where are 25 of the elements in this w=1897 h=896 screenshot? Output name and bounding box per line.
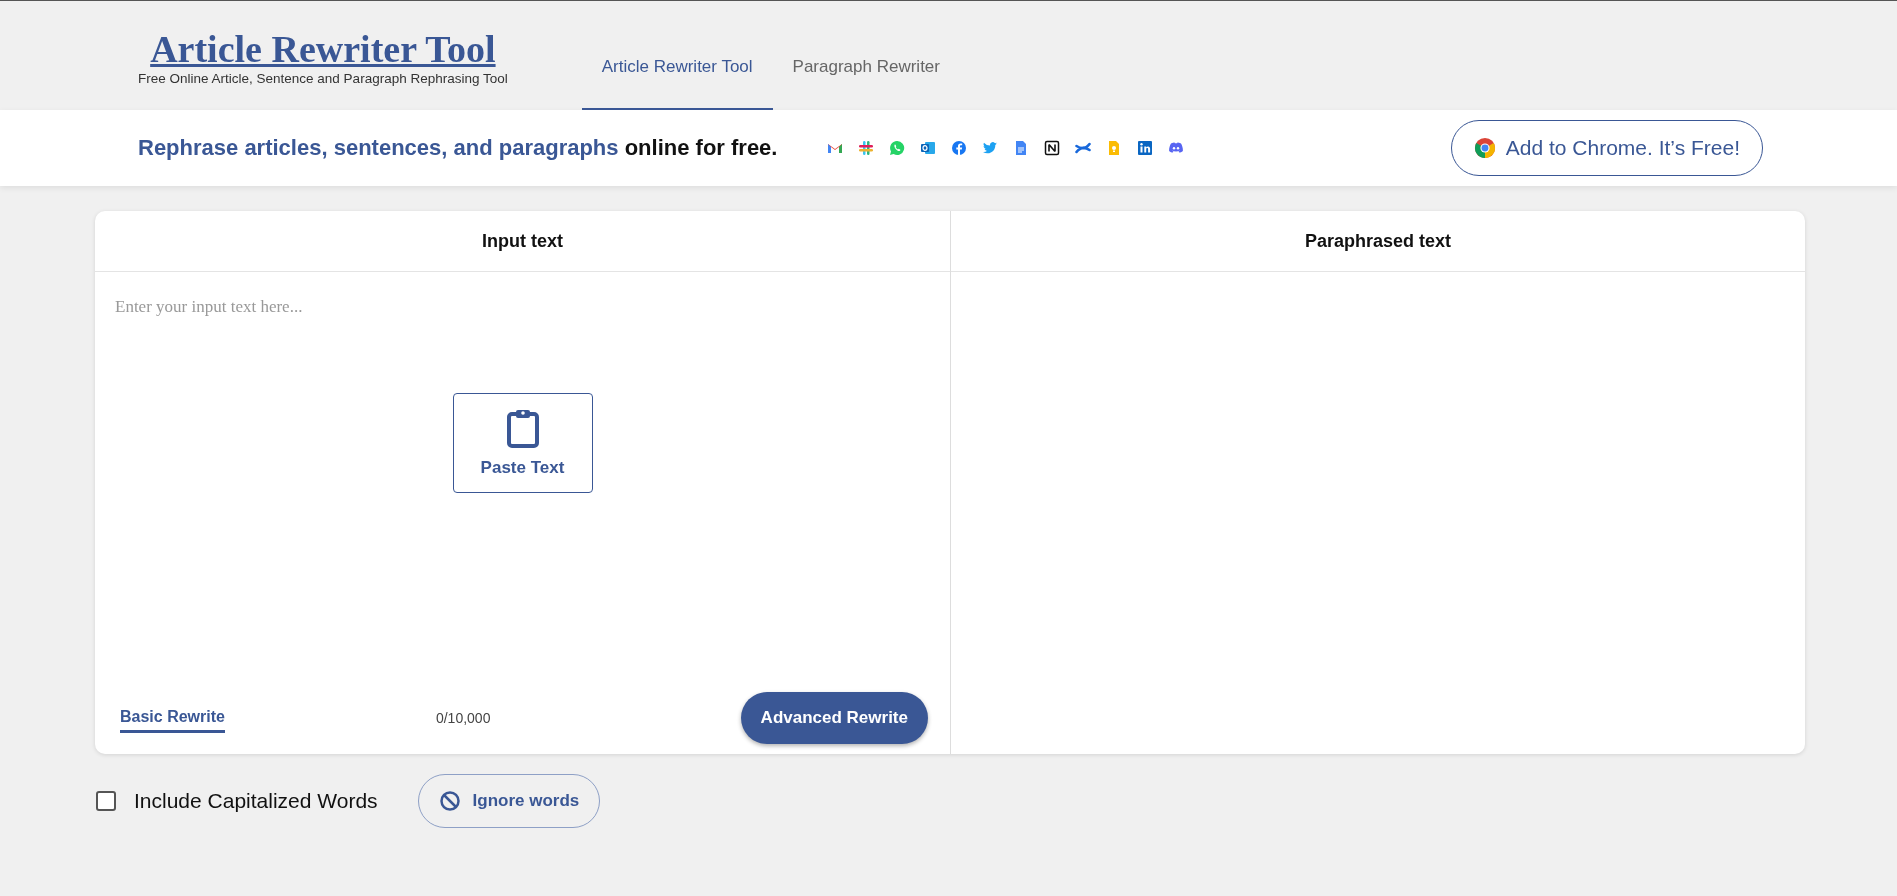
headline: Rephrase articles, sentences, and paragraphs online for free. — [138, 135, 778, 161]
game-controller-icon[interactable] — [1168, 140, 1185, 156]
prohibited-icon — [438, 790, 461, 812]
chrome-icon — [1473, 137, 1496, 159]
site-logo[interactable]: Article Rewriter Tool — [150, 28, 496, 70]
input-field[interactable]: Enter your input text here... — [115, 297, 615, 317]
hash-icon[interactable] — [858, 140, 875, 156]
nav-tab[interactable]: Paragraph Rewriter — [772, 25, 960, 110]
checkbox[interactable] — [96, 791, 116, 811]
character-counter: 0/10,000 — [435, 710, 491, 726]
linkedin-icon[interactable] — [1137, 140, 1154, 156]
tagline: Free Online Article, Sentence and Paragraph Rephrasing Tool — [138, 71, 508, 86]
n-square-icon[interactable] — [1044, 140, 1061, 156]
cross-waves-icon[interactable] — [1075, 140, 1092, 156]
checkbox-label[interactable]: Include Capitalized Words — [134, 789, 378, 813]
paste-button[interactable]: Paste Text — [452, 393, 593, 493]
add-to-chrome-button[interactable]: Add to Chrome. It’s Free! — [1450, 120, 1763, 176]
facebook-icon[interactable] — [951, 140, 968, 156]
clipboard-icon — [505, 408, 540, 448]
advanced-rewrite-button[interactable]: Advanced Rewrite — [740, 692, 928, 744]
envelope-icon[interactable] — [920, 140, 937, 156]
bird-icon[interactable] — [982, 140, 999, 156]
panel-title: Input text — [482, 230, 563, 252]
panel-title: Paraphrased text — [1304, 230, 1452, 252]
basic-rewrite-tab[interactable]: Basic Rewrite — [120, 703, 225, 733]
